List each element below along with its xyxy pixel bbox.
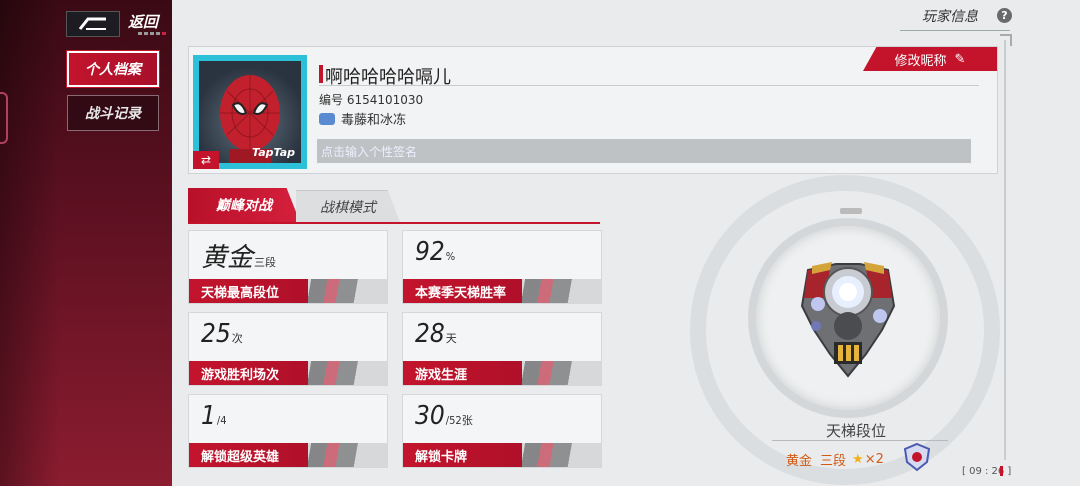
stat-label: 游戏胜利场次	[189, 361, 387, 385]
stat-card-wins: 25次 游戏胜利场次	[188, 312, 388, 386]
tab-chess-mode[interactable]: 战棋模式	[296, 190, 400, 222]
stat-value: 30/52张	[415, 401, 473, 431]
name-accent-bar	[319, 65, 323, 83]
guild-icon	[319, 112, 335, 125]
signature-input[interactable]: 点击输入个性签名	[317, 139, 971, 163]
edge-handle	[0, 92, 8, 144]
back-button[interactable]: 返回	[66, 8, 164, 40]
stat-card-cards: 30/52张 解锁卡牌	[402, 394, 602, 468]
stat-card-career: 28天 游戏生涯	[402, 312, 602, 386]
timestamp-marker	[1000, 466, 1003, 476]
sidebar-item-battle-record[interactable]: 战斗记录	[67, 95, 159, 131]
edit-nickname-button[interactable]: 修改昵称 ✎	[863, 47, 997, 71]
stat-label: 解锁超级英雄	[189, 443, 387, 467]
stat-label: 游戏生涯	[403, 361, 601, 385]
tab-underline	[188, 222, 600, 224]
rank-title: 天梯段位	[826, 422, 887, 440]
timestamp: [ 09 : 26 ]	[962, 466, 1012, 477]
stat-value: 黄金三段	[201, 243, 277, 273]
name-divider	[319, 85, 979, 86]
edit-nickname-label: 修改昵称	[894, 53, 947, 69]
back-arrow-icon	[66, 11, 120, 37]
profile-card: TapTap ⇄ 啊哈哈哈哈嗝儿 修改昵称 ✎ 编号 6154101030 毒藤…	[188, 46, 998, 174]
spiderman-avatar-image: TapTap	[199, 61, 301, 163]
star-icon: ★	[852, 452, 864, 467]
corner-decoration	[1000, 34, 1012, 46]
rank-stars: ×2	[864, 452, 884, 467]
rank-division: 三段	[820, 454, 847, 469]
sidebar-item-profile[interactable]: 个人档案	[67, 51, 159, 87]
right-rail	[1004, 40, 1006, 460]
shield-badge-icon[interactable]	[902, 442, 932, 472]
swap-avatar-icon[interactable]: ⇄	[193, 151, 219, 169]
guild-row: 毒藤和冰冻	[319, 109, 406, 128]
stat-value: 92%	[415, 237, 456, 267]
stat-card-win-rate: 92% 本赛季天梯胜率	[402, 230, 602, 304]
mode-tabs: 巅峰对战 战棋模式	[188, 188, 600, 224]
page-title: 玩家信息	[922, 9, 978, 25]
rank-divider	[772, 440, 948, 441]
player-id: 编号 6154101030	[319, 93, 424, 107]
stat-label: 天梯最高段位	[189, 279, 387, 303]
rank-detail: 黄金 三段 ★ ×2	[786, 450, 884, 469]
stat-value: 25次	[201, 319, 243, 349]
help-icon[interactable]: ?	[997, 8, 1012, 23]
rank-tier: 黄金	[786, 454, 813, 469]
stat-label: 解锁卡牌	[403, 443, 601, 467]
stat-card-heroes: 1/4 解锁超级英雄	[188, 394, 388, 468]
taptap-badge: TapTap	[252, 146, 295, 159]
pencil-icon: ✎	[954, 51, 966, 67]
stat-label: 本赛季天梯胜率	[403, 279, 601, 303]
guild-name: 毒藤和冰冻	[341, 113, 407, 128]
rank-emblem[interactable]	[748, 218, 948, 418]
stat-value: 28天	[415, 319, 457, 349]
stat-card-highest-rank: 黄金三段 天梯最高段位	[188, 230, 388, 304]
emblem-marker	[840, 208, 862, 214]
back-label: 返回	[128, 12, 159, 31]
title-divider	[900, 30, 1010, 31]
stat-value: 1/4	[201, 401, 227, 431]
back-indicator	[138, 32, 166, 35]
tab-peak-battle[interactable]: 巅峰对战	[188, 188, 300, 222]
